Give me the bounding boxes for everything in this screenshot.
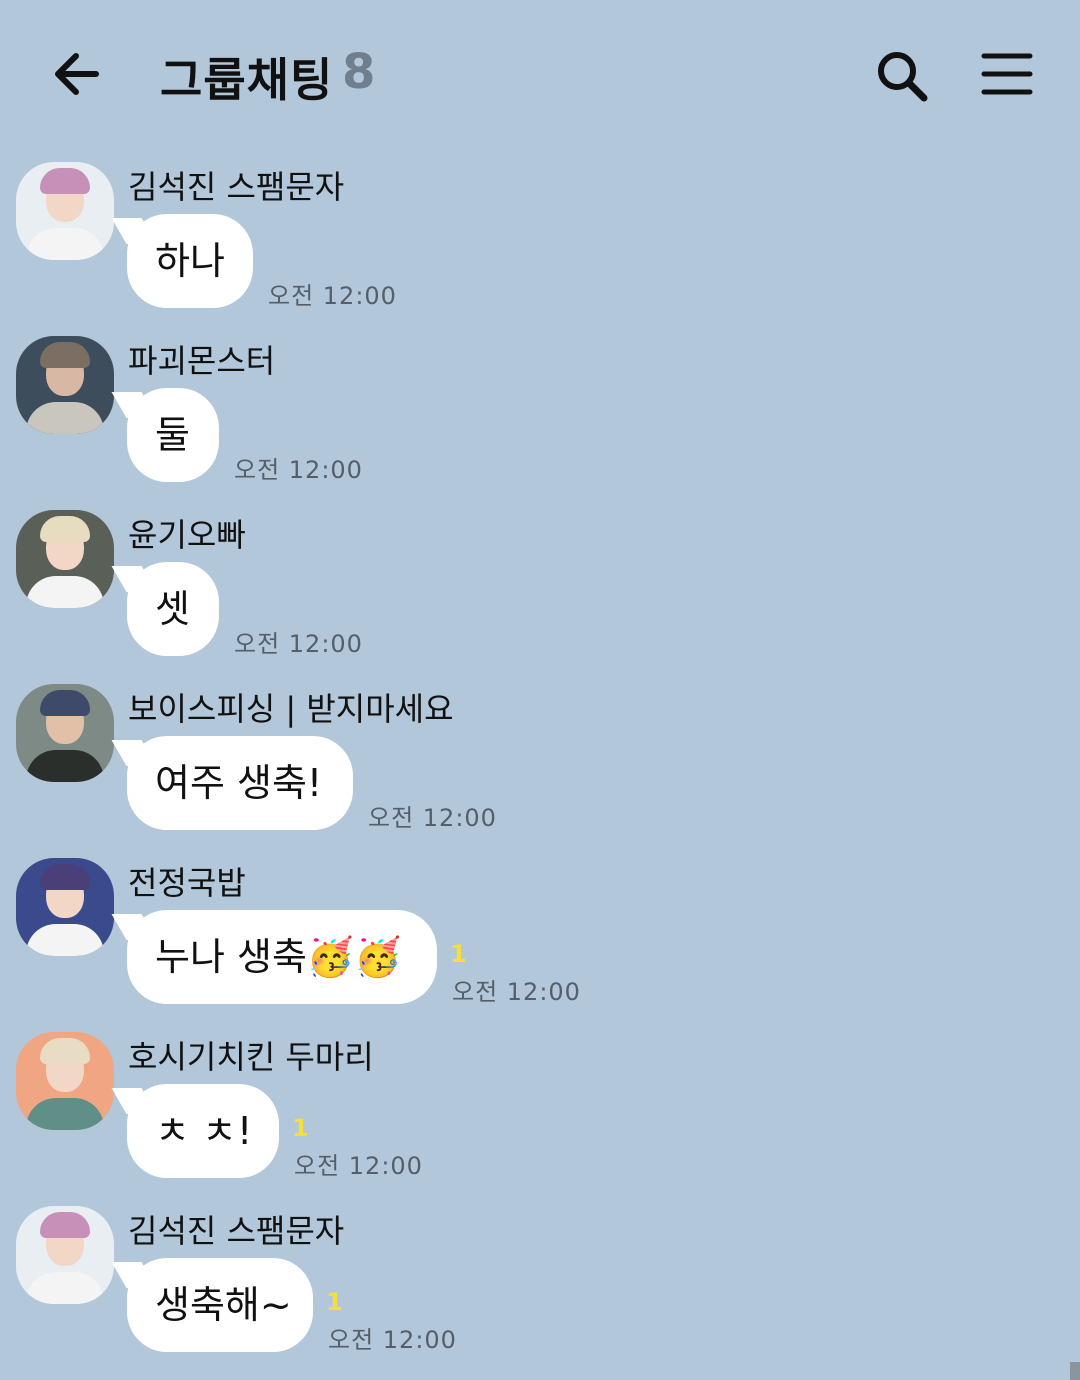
avatar[interactable] [16,336,114,434]
message-bubble[interactable]: 둘 [127,388,219,482]
avatar-shirt [26,750,104,782]
sender-name: 전정국밥 [128,864,246,902]
avatar-shirt [26,402,104,434]
avatar[interactable] [16,858,114,956]
sender-name: 파괴몬스터 [128,342,276,380]
scrollbar[interactable] [1070,1362,1080,1380]
message-row: 파괴몬스터 둘 오전 12:00 [0,336,1080,496]
avatar-shirt [26,228,104,260]
avatar-shirt [26,1098,104,1130]
sender-name: 보이스피싱 | 받지마세요 [128,690,454,728]
avatar-hair [40,690,90,716]
message-row: 김석진 스팸문자 생축해~ 1 오전 12:00 [0,1206,1080,1366]
sender-name: 김석진 스팸문자 [128,1212,345,1250]
avatar-shirt [26,1272,104,1304]
sender-name: 김석진 스팸문자 [128,168,345,206]
back-button[interactable] [48,46,108,102]
message-bubble[interactable]: ㅊ ㅊ! [127,1084,279,1178]
unread-count: 1 [326,1288,343,1316]
avatar[interactable] [16,510,114,608]
message-bubble[interactable]: 생축해~ [127,1258,313,1352]
avatar-hair [40,864,90,890]
message-row: 호시기치킨 두마리 ㅊ ㅊ! 1 오전 12:00 [0,1032,1080,1192]
message-bubble[interactable]: 누나 생축🥳🥳 [127,910,437,1004]
message-time: 오전 12:00 [328,1326,457,1354]
search-icon [878,52,928,102]
avatar[interactable] [16,1032,114,1130]
avatar[interactable] [16,1206,114,1304]
chat-title: 그룹채팅 [160,53,334,107]
message-time: 오전 12:00 [234,456,363,484]
message-row: 윤기오빠 셋 오전 12:00 [0,510,1080,670]
avatar[interactable] [16,684,114,782]
message-time: 오전 12:00 [268,282,397,310]
message-row: 전정국밥 누나 생축🥳🥳 1 오전 12:00 [0,858,1080,1018]
message-time: 오전 12:00 [368,804,497,832]
message-time: 오전 12:00 [234,630,363,658]
menu-button[interactable] [980,50,1034,98]
avatar-hair [40,1038,90,1064]
search-button[interactable] [872,46,932,106]
message-row: 보이스피싱 | 받지마세요 여주 생축! 오전 12:00 [0,684,1080,844]
message-row: 김석진 스팸문자 하나 오전 12:00 [0,162,1080,322]
unread-count: 1 [292,1114,309,1142]
avatar-hair [40,342,90,368]
chat-header: 그룹채팅 8 [0,0,1080,140]
member-count: 8 [342,44,376,100]
arrow-left-icon [55,53,99,95]
avatar-hair [40,1212,90,1238]
message-bubble[interactable]: 여주 생축! [127,736,353,830]
message-bubble[interactable]: 하나 [127,214,253,308]
hamburger-menu-icon [981,53,1033,95]
avatar-shirt [26,576,104,608]
message-time: 오전 12:00 [452,978,581,1006]
message-time: 오전 12:00 [294,1152,423,1180]
unread-count: 1 [450,940,467,968]
sender-name: 윤기오빠 [128,516,246,554]
avatar-shirt [26,924,104,956]
avatar-hair [40,168,90,194]
sender-name: 호시기치킨 두마리 [128,1038,374,1076]
message-bubble[interactable]: 셋 [127,562,219,656]
avatar[interactable] [16,162,114,260]
avatar-hair [40,516,90,542]
